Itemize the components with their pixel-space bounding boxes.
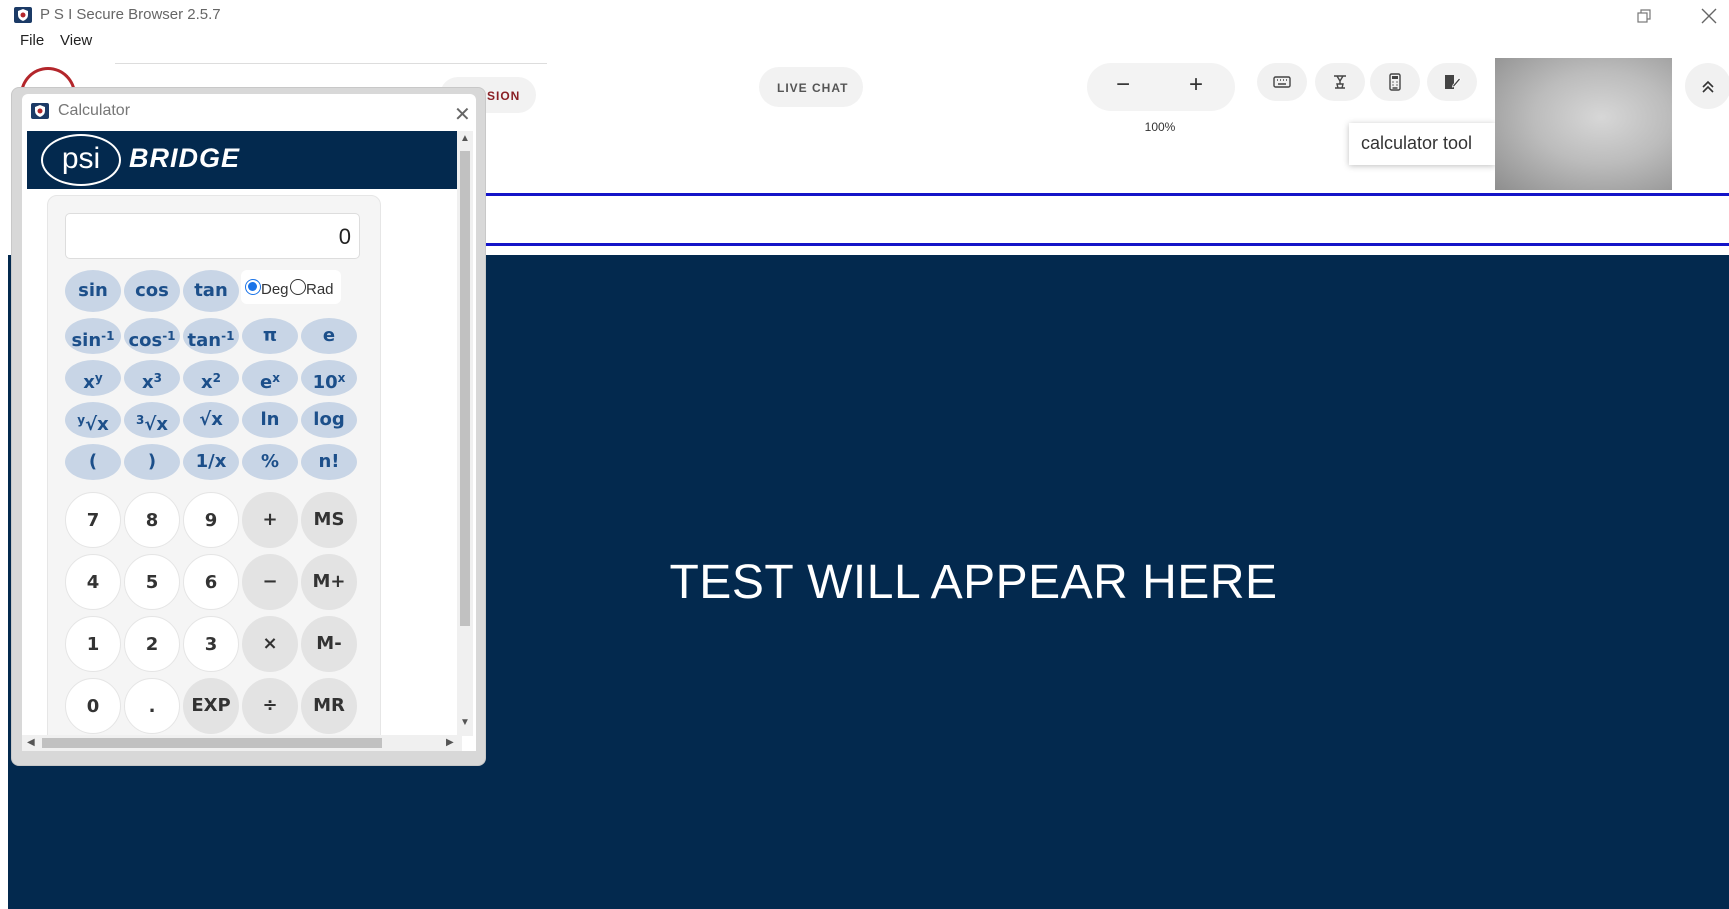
angle-mode-toggle: Deg Rad (241, 270, 341, 304)
psi-bridge-header: psi BRIDGE (27, 131, 467, 189)
calculator-titlebar[interactable]: Calculator ✕ (22, 94, 476, 128)
key-acos[interactable]: cos-1 (124, 318, 180, 354)
scroll-left-arrow[interactable]: ◀ (27, 737, 35, 748)
key-x-cubed[interactable]: x3 (124, 360, 180, 396)
live-chat-button[interactable]: LIVE CHAT (759, 67, 863, 107)
key-plus[interactable]: + (242, 492, 298, 548)
key-4[interactable]: 4 (65, 554, 121, 610)
zoom-level: 100% (1144, 120, 1176, 134)
key-3[interactable]: 3 (183, 616, 239, 672)
key-x-pow-y[interactable]: xy (65, 360, 121, 396)
key-e-pow-x[interactable]: ex (242, 360, 298, 396)
calculator-vertical-scrollbar[interactable]: ▲ ▼ (457, 131, 473, 736)
zoom-out-button[interactable]: − (1108, 71, 1138, 99)
key-e[interactable]: e (301, 318, 357, 354)
key-2[interactable]: 2 (124, 616, 180, 672)
rad-radio[interactable] (290, 279, 306, 295)
vertical-scroll-thumb[interactable] (460, 151, 470, 626)
key-log[interactable]: log (301, 402, 357, 438)
key-cos[interactable]: cos (124, 270, 180, 312)
calculator-title: Calculator (58, 102, 131, 119)
toolbar-divider (115, 63, 547, 64)
scroll-right-arrow[interactable]: ▶ (446, 737, 454, 748)
key-percent[interactable]: % (242, 444, 298, 480)
keyboard-button[interactable] (1257, 63, 1307, 101)
key-memory-store[interactable]: MS (301, 492, 357, 548)
key-tan[interactable]: tan (183, 270, 239, 312)
key-ten-pow-x[interactable]: 10x (301, 360, 357, 396)
key-open-paren[interactable]: ( (65, 444, 121, 480)
bridge-logo-text: BRIDGE (129, 143, 241, 173)
webcam-preview (1495, 58, 1672, 190)
rad-label: Rad (306, 281, 334, 298)
calculator-tooltip: calculator tool (1349, 123, 1495, 165)
key-7[interactable]: 7 (65, 492, 121, 548)
key-memory-subtract[interactable]: M- (301, 616, 357, 672)
notepad-icon (1445, 75, 1461, 89)
key-reciprocal[interactable]: 1/x (183, 444, 239, 480)
key-1[interactable]: 1 (65, 616, 121, 672)
notepad-button[interactable] (1427, 63, 1477, 101)
key-close-paren[interactable]: ) (124, 444, 180, 480)
collapse-toolbar-button[interactable] (1685, 63, 1729, 109)
menu-file[interactable]: File (20, 32, 44, 49)
key-asin[interactable]: sin-1 (65, 318, 121, 354)
key-factorial[interactable]: n! (301, 444, 357, 480)
key-0[interactable]: 0 (65, 678, 121, 734)
key-ln[interactable]: ln (242, 402, 298, 438)
psi-app-icon (14, 7, 32, 23)
menu-view[interactable]: View (60, 32, 92, 49)
calculator-window[interactable]: Calculator ✕ psi BRIDGE 0 sin cos tan De… (11, 87, 486, 766)
calculator-horizontal-scrollbar[interactable]: ◀ ▶ (22, 735, 462, 751)
window-titlebar: P S I Secure Browser 2.5.7 (0, 0, 1729, 30)
key-minus[interactable]: − (242, 554, 298, 610)
restore-button[interactable] (1632, 4, 1656, 28)
psi-app-icon (31, 103, 49, 119)
horizontal-scroll-thumb[interactable] (42, 738, 382, 748)
key-8[interactable]: 8 (124, 492, 180, 548)
scroll-up-arrow[interactable]: ▲ (460, 133, 470, 144)
chevron-up-double-icon (1702, 80, 1714, 93)
key-atan[interactable]: tan-1 (183, 318, 239, 354)
key-memory-add[interactable]: M+ (301, 554, 357, 610)
key-x-squared[interactable]: x2 (183, 360, 239, 396)
calculator-display: 0 (65, 213, 360, 259)
highlighter-icon (1334, 75, 1346, 89)
key-pi[interactable]: π (242, 318, 298, 354)
keyboard-icon (1273, 76, 1291, 88)
calculator-icon (1389, 73, 1401, 91)
key-cube-root[interactable]: 3√x (124, 402, 180, 438)
calculator-close-button[interactable]: ✕ (454, 102, 471, 127)
calculator-button[interactable] (1370, 63, 1420, 101)
key-5[interactable]: 5 (124, 554, 180, 610)
key-y-root-x[interactable]: y√x (65, 402, 121, 438)
key-9[interactable]: 9 (183, 492, 239, 548)
close-icon (1701, 8, 1717, 24)
screen: P S I Secure Browser 2.5.7 File View SSI… (0, 0, 1729, 909)
restore-icon (1637, 9, 1651, 23)
close-window-button[interactable] (1697, 4, 1721, 28)
deg-radio[interactable] (245, 279, 261, 295)
zoom-control: − + (1087, 63, 1235, 111)
scroll-down-arrow[interactable]: ▼ (460, 717, 470, 728)
key-6[interactable]: 6 (183, 554, 239, 610)
live-chat-label: LIVE CHAT (777, 81, 849, 95)
key-memory-recall[interactable]: MR (301, 678, 357, 734)
window-title: P S I Secure Browser 2.5.7 (40, 6, 221, 23)
key-sqrt[interactable]: √x (183, 402, 239, 438)
psi-logo-text: psi (41, 134, 121, 186)
key-decimal[interactable]: . (124, 678, 180, 734)
key-multiply[interactable]: × (242, 616, 298, 672)
key-exp[interactable]: EXP (183, 678, 239, 734)
deg-label: Deg (261, 281, 289, 298)
key-sin[interactable]: sin (65, 270, 121, 312)
key-divide[interactable]: ÷ (242, 678, 298, 734)
highlighter-button[interactable] (1315, 63, 1365, 101)
zoom-in-button[interactable]: + (1181, 71, 1211, 99)
